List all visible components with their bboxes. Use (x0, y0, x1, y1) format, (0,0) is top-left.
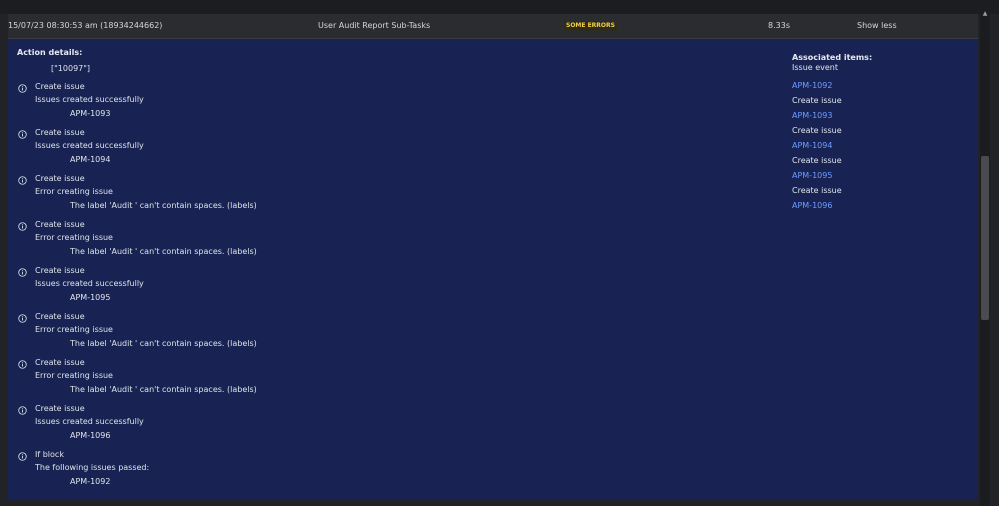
action-details-title: Action details: (17, 48, 83, 57)
entry-status: The following issues passed: (35, 463, 150, 472)
associated-item-label: Create issue (792, 126, 842, 135)
associated-item-label: Create issue (792, 186, 842, 195)
entry-title: Create issue (35, 174, 85, 183)
action-details-value: ["10097"] (51, 64, 91, 73)
entry-status: Error creating issue (35, 325, 113, 334)
entry-detail: The label 'Audit ' can't contain spaces.… (70, 201, 257, 210)
entry-title: Create issue (35, 404, 85, 413)
associated-issue-link[interactable]: APM-1092 (792, 78, 962, 93)
log-entry: Create issue Error creating issue The labe… (18, 312, 618, 352)
vertical-scrollbar[interactable]: ▲ (980, 10, 990, 506)
associated-item-label: Create issue (792, 156, 842, 165)
entry-title: Create issue (35, 220, 85, 229)
associated-issue-link[interactable]: APM-1093 (792, 108, 962, 123)
log-entry: Create issue Issues created successfully A… (18, 82, 618, 122)
log-timestamp: 15/07/23 08:30:53 am (18934244662) (8, 21, 163, 30)
associated-item-label: Create issue (792, 96, 842, 105)
entry-title: Create issue (35, 312, 85, 321)
status-badge: SOME ERRORS (564, 21, 617, 31)
log-entry: Create issue Issues created successfully A… (18, 128, 618, 168)
entry-title: Create issue (35, 358, 85, 367)
info-circle-icon (18, 84, 27, 93)
entry-title: Create issue (35, 128, 85, 137)
top-bar (0, 0, 999, 14)
entry-detail: The label 'Audit ' can't contain spaces.… (70, 339, 257, 348)
entry-status: Issues created successfully (35, 95, 144, 104)
log-entry: Create issue Error creating issue The labe… (18, 220, 618, 260)
info-circle-icon (18, 268, 27, 277)
entry-detail: APM-1096 (70, 431, 111, 440)
info-circle-icon (18, 176, 27, 185)
associated-items-list: Issue event APM-1092 Create issue APM-1093 C… (792, 63, 962, 213)
log-entry: Create issue Issues created successfully A… (18, 266, 618, 306)
associated-item-label: Issue event (792, 63, 839, 72)
details-panel: Action details: ["10097"] Create issue Is… (8, 39, 978, 499)
info-circle-icon (18, 452, 27, 461)
log-entry: Create issue Error creating issue The labe… (18, 174, 618, 214)
associated-items: Associated items: Issue event APM-1092 Cre… (792, 53, 962, 213)
associated-issue-link[interactable]: APM-1095 (792, 168, 962, 183)
entry-detail: The label 'Audit ' can't contain spaces.… (70, 247, 257, 256)
log-entry: Create issue Error creating issue The labe… (18, 358, 618, 398)
associated-issue-link[interactable]: APM-1096 (792, 198, 962, 213)
audit-log-row-header[interactable]: 15/07/23 08:30:53 am (18934244662) User … (8, 14, 978, 39)
entry-title: If block (35, 450, 64, 459)
entry-detail: APM-1094 (70, 155, 111, 164)
scrollbar-thumb[interactable] (981, 156, 989, 320)
entry-status: Error creating issue (35, 371, 113, 380)
duration: 8.33s (768, 21, 790, 30)
log-entry: If block The following issues passed: APM-… (18, 450, 618, 490)
info-circle-icon (18, 222, 27, 231)
entry-status: Error creating issue (35, 187, 113, 196)
entry-detail: APM-1092 (70, 477, 111, 486)
associated-issue-link[interactable]: APM-1094 (792, 138, 962, 153)
entry-status: Issues created successfully (35, 141, 144, 150)
entry-detail: APM-1093 (70, 109, 111, 118)
entry-status: Issues created successfully (35, 417, 144, 426)
entry-title: Create issue (35, 82, 85, 91)
entry-status: Issues created successfully (35, 279, 144, 288)
info-circle-icon (18, 360, 27, 369)
entry-status: Error creating issue (35, 233, 113, 242)
log-entry: Create issue Issues created successfully A… (18, 404, 618, 444)
entry-detail: APM-1095 (70, 293, 111, 302)
entry-title: Create issue (35, 266, 85, 275)
info-circle-icon (18, 406, 27, 415)
info-circle-icon (18, 130, 27, 139)
entry-detail: The label 'Audit ' can't contain spaces.… (70, 385, 257, 394)
show-less-toggle[interactable]: Show less (857, 14, 897, 38)
associated-items-title: Associated items: (792, 53, 873, 62)
chevron-up-icon[interactable]: ▲ (980, 10, 990, 18)
info-circle-icon (18, 314, 27, 323)
rule-name: User Audit Report Sub-Tasks (318, 21, 431, 30)
